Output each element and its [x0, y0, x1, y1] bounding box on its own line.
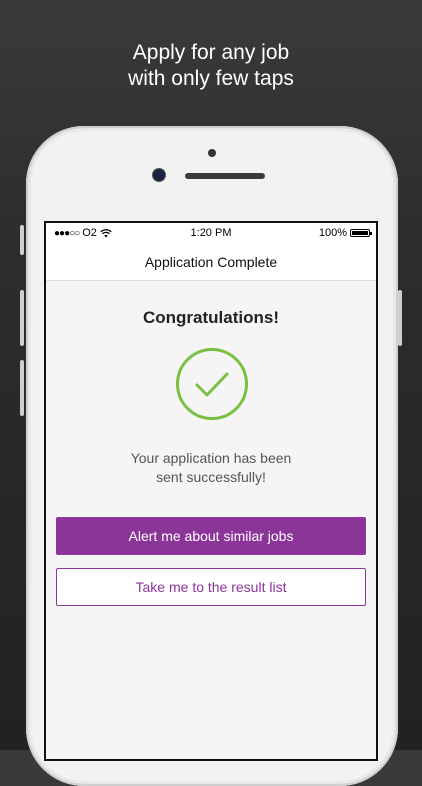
earpiece-speaker: [185, 173, 265, 179]
promo-headline: Apply for any job with only few taps: [0, 40, 422, 92]
front-camera-icon: [153, 169, 165, 181]
battery-icon: [350, 229, 372, 237]
success-message-line-2: sent successfully!: [156, 469, 266, 485]
result-list-button[interactable]: Take me to the result list: [56, 568, 366, 606]
phone-silent-switch: [20, 225, 24, 255]
phone-volume-down-button: [20, 360, 24, 416]
page-title: Application Complete: [144, 254, 278, 270]
proximity-sensor: [208, 149, 216, 157]
alert-similar-jobs-button[interactable]: Alert me about similar jobs: [56, 517, 366, 555]
status-bar-right: 100%: [318, 227, 372, 239]
checkmark-circle-icon: [176, 348, 248, 420]
promo-line-1: Apply for any job: [132, 41, 290, 64]
status-bar: ●●●○○ O2 1:20 PM 100%: [46, 223, 376, 245]
battery-percent: 100%: [318, 227, 347, 239]
nav-bar: Application Complete: [46, 245, 376, 281]
success-message-line-1: Your application has been: [130, 450, 292, 466]
congratulations-heading: Congratulations!: [143, 308, 279, 327]
phone-power-button: [398, 290, 402, 346]
phone-screen: ●●●○○ O2 1:20 PM 100% Application Comple…: [44, 221, 378, 761]
promo-line-2: with only few taps: [128, 67, 294, 90]
phone-volume-up-button: [20, 290, 24, 346]
success-message: Your application has been sent successfu…: [46, 449, 376, 487]
